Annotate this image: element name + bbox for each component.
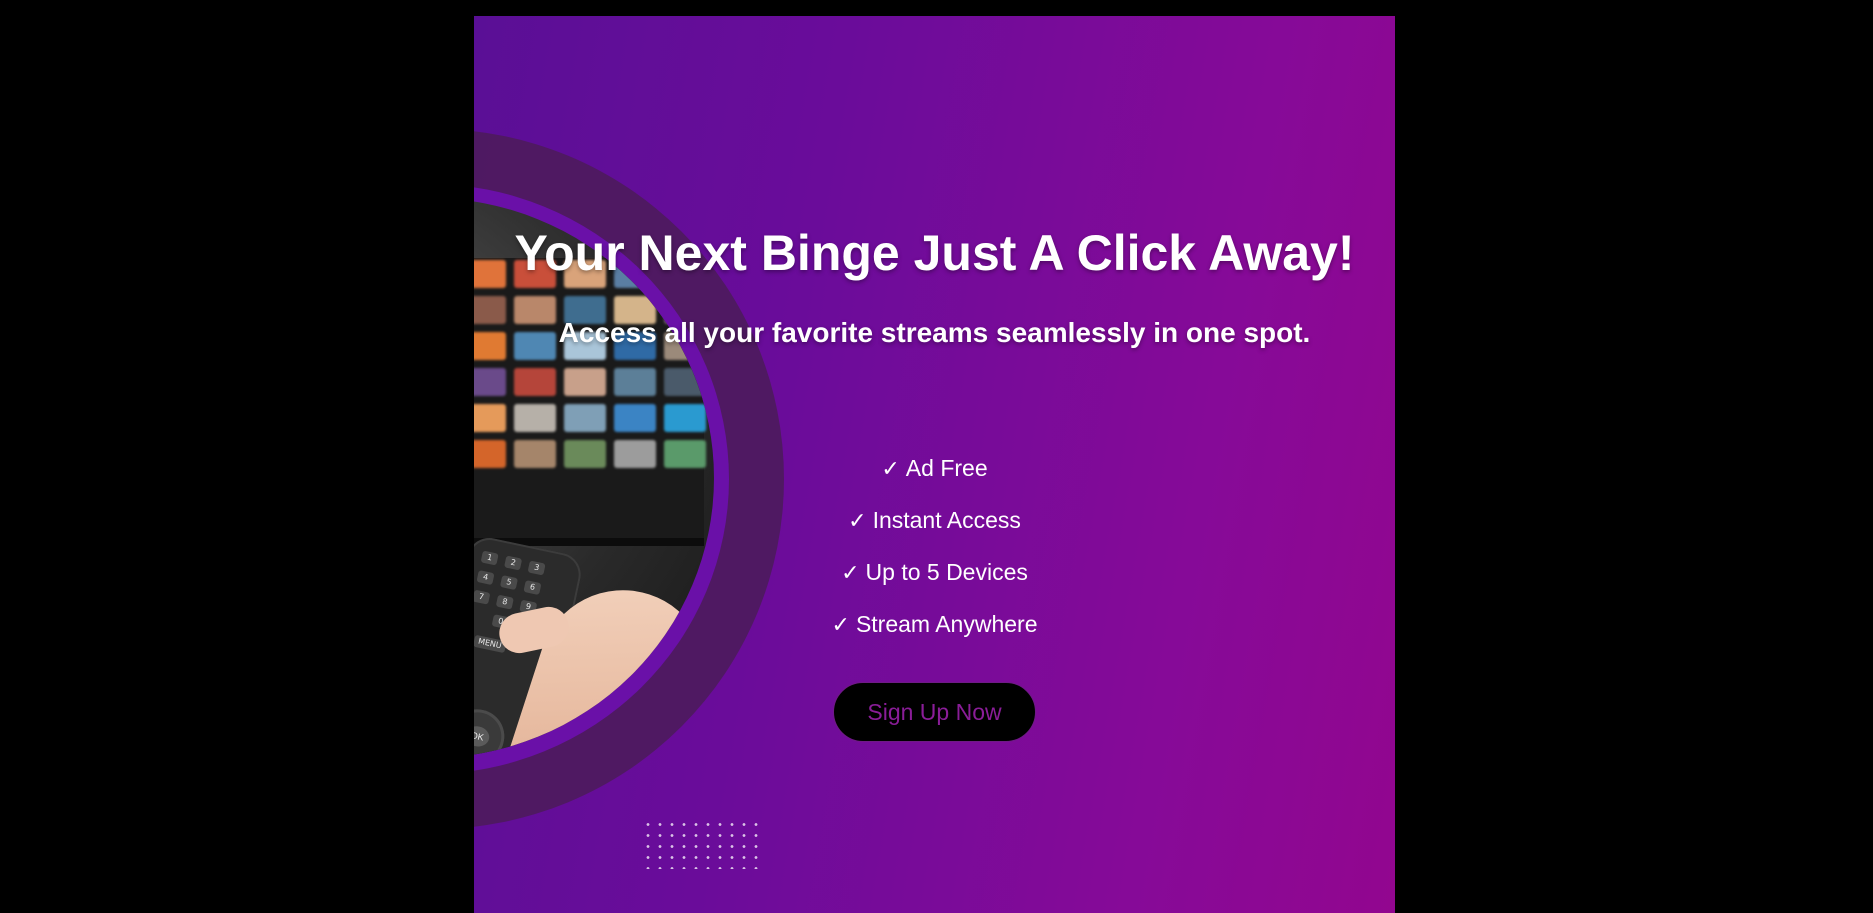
headline: Your Next Binge Just A Click Away! bbox=[514, 225, 1355, 281]
feature-item: ✓ Stream Anywhere bbox=[474, 598, 1395, 650]
sign-up-button[interactable]: Sign Up Now bbox=[833, 682, 1036, 742]
banner-content: Your Next Binge Just A Click Away! Acces… bbox=[474, 16, 1395, 913]
feature-item: ✓ Instant Access bbox=[474, 494, 1395, 546]
feature-label: Ad Free bbox=[905, 455, 988, 481]
page: 1 2 3 4 5 6 7 8 9 0 MENU OK Your Next Bi… bbox=[0, 0, 1873, 913]
check-icon: ✓ bbox=[848, 509, 867, 534]
check-icon: ✓ bbox=[881, 457, 900, 482]
feature-item: ✓ Up to 5 Devices bbox=[474, 546, 1395, 598]
promo-banner: 1 2 3 4 5 6 7 8 9 0 MENU OK Your Next Bi… bbox=[474, 16, 1395, 913]
subheadline: Access all your favorite streams seamles… bbox=[558, 317, 1311, 348]
feature-label: Stream Anywhere bbox=[855, 611, 1038, 637]
check-icon: ✓ bbox=[841, 561, 860, 586]
feature-list: ✓ Ad Free ✓ Instant Access ✓ Up to 5 Device… bbox=[474, 442, 1395, 650]
feature-label: Instant Access bbox=[872, 507, 1021, 533]
feature-label: Up to 5 Devices bbox=[865, 559, 1028, 585]
check-icon: ✓ bbox=[831, 613, 850, 638]
feature-item: ✓ Ad Free bbox=[474, 442, 1395, 494]
